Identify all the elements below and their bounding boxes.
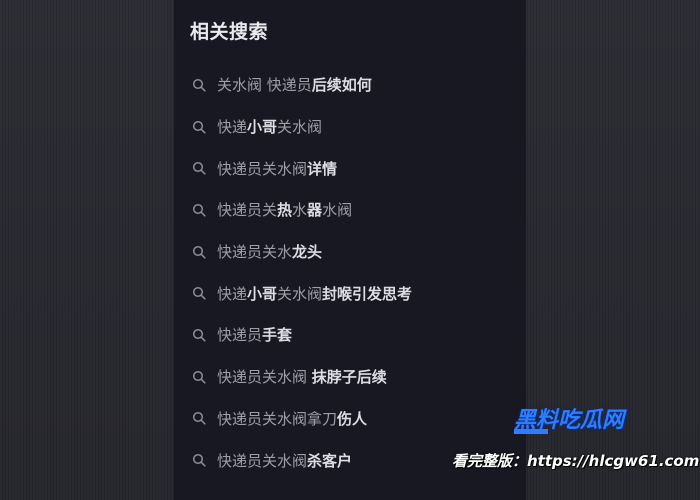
search-icon xyxy=(192,370,206,384)
list-item[interactable]: 快递小哥关水阀封喉引发思考 xyxy=(174,272,526,314)
list-item[interactable]: 快递员关热水器水阀 xyxy=(174,189,526,231)
list-item[interactable]: 快递员手套 xyxy=(174,314,526,356)
list-item-label: 快递员关水阀详情 xyxy=(217,159,338,178)
search-icon xyxy=(192,328,206,342)
watermark-url: 看完整版：https://hlcgw61.com xyxy=(452,452,700,470)
list-item-label: 快递员关水龙头 xyxy=(217,243,323,262)
list-item-label: 快递员手套 xyxy=(217,326,293,345)
search-icon xyxy=(192,245,206,259)
panel-title: 相关搜索 xyxy=(190,21,269,43)
list-item-label: 快递小哥关水阀封喉引发思考 xyxy=(217,284,413,303)
search-icon xyxy=(192,120,206,134)
search-icon xyxy=(192,412,206,425)
search-icon xyxy=(192,287,206,300)
list-item[interactable]: 快递小哥关水阀 xyxy=(174,106,526,148)
list-item-label: 快递小哥关水阀 xyxy=(217,118,323,137)
list-item-label: 快递员关热水器水阀 xyxy=(217,201,353,220)
watermark-logo-bar xyxy=(514,429,548,434)
list-item[interactable]: 快递员关水阀 抹脖子后续 xyxy=(174,356,526,398)
list-item-label: 快递员关水阀拿刀伤人 xyxy=(217,409,368,428)
list-item-label: 快递员关水阀杀客户 xyxy=(217,451,353,470)
list-item[interactable]: 快递员关水阀详情 xyxy=(174,147,526,189)
list-item[interactable]: 关水阀 快递员后续如何 xyxy=(174,64,526,106)
search-icon xyxy=(192,203,206,217)
search-icon xyxy=(192,78,206,92)
watermark: 黑料吃瓜网 看完整版：https://hlcgw61.com xyxy=(452,400,699,490)
search-icon xyxy=(192,453,206,467)
list-item[interactable]: 快递员关水龙头 xyxy=(174,231,526,273)
list-item-label: 快递员关水阀 抹脖子后续 xyxy=(217,368,387,387)
search-icon xyxy=(192,162,206,175)
list-item-label: 关水阀 快递员后续如何 xyxy=(217,76,372,95)
